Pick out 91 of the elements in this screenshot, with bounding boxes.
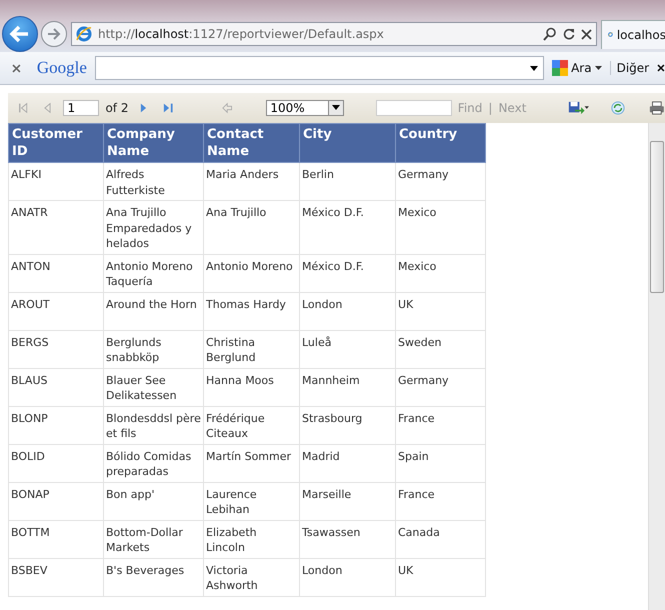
column-header: Contact Name — [204, 124, 300, 162]
table-cell: Spain — [396, 444, 486, 482]
first-page-icon[interactable] — [18, 102, 28, 114]
table-cell: Mexico — [396, 200, 486, 254]
refresh-icon[interactable] — [563, 28, 575, 40]
table-cell: B's Beverages — [104, 558, 204, 596]
table-cell: UK — [396, 292, 486, 330]
table-cell: ALFKI — [8, 162, 104, 200]
table-cell: Strasbourg — [300, 406, 396, 444]
table-cell: Canada — [396, 520, 486, 558]
table-cell: London — [300, 292, 396, 330]
table-cell: Blauer See Delikatessen — [104, 368, 204, 406]
table-cell: Madrid — [300, 444, 396, 482]
table-cell: London — [300, 558, 396, 596]
table-cell: México D.F. — [300, 254, 396, 292]
table-cell: Blondesddsl père et fils — [104, 406, 204, 444]
separator: | — [488, 101, 492, 115]
browser-tab[interactable]: localhos — [601, 20, 665, 48]
address-bar[interactable]: http://localhost:1127/reportviewer/Default.aspx — [71, 22, 597, 46]
close-icon[interactable] — [581, 28, 592, 40]
last-page-icon[interactable] — [163, 102, 174, 114]
table-cell: Martín Sommer — [204, 444, 300, 482]
table-cell: BERGS — [8, 330, 104, 368]
table-cell: Antonio Moreno Taquería — [104, 254, 204, 292]
back-arrow-icon[interactable] — [222, 102, 232, 114]
table-cell: BLONP — [8, 406, 104, 444]
table-cell: Thomas Hardy — [204, 292, 300, 330]
caret-icon — [594, 66, 602, 70]
scrollbar[interactable] — [648, 123, 665, 610]
table-cell: BONAP — [8, 482, 104, 520]
scrollbar-thumb[interactable] — [650, 141, 664, 293]
ie-logo-icon — [76, 26, 92, 42]
export-icon[interactable] — [568, 100, 590, 116]
table-cell: Berglunds snabbköp — [104, 330, 204, 368]
table-cell: Around the Horn — [104, 292, 204, 330]
column-header: Customer ID — [8, 124, 104, 162]
zoom-dropdown[interactable]: 100% — [266, 100, 344, 116]
table-cell: México D.F. — [300, 200, 396, 254]
table-cell: France — [396, 406, 486, 444]
column-header: Country — [396, 124, 486, 162]
table-cell: BLAUS — [8, 368, 104, 406]
table-cell: BSBEV — [8, 558, 104, 596]
table-cell: Elizabeth Lincoln — [204, 520, 300, 558]
google-logo: Google — [36, 58, 87, 78]
back-arrow-icon — [9, 25, 31, 43]
page-count: of 2 — [105, 101, 128, 115]
table-cell: Bon app' — [104, 482, 204, 520]
table-cell: AROUT — [8, 292, 104, 330]
table-cell: UK — [396, 558, 486, 596]
table-cell: Sweden — [396, 330, 486, 368]
column-header: Company Name — [104, 124, 204, 162]
print-icon[interactable] — [649, 100, 665, 116]
table-cell: Victoria Ashworth — [204, 558, 300, 596]
find-field[interactable] — [376, 100, 452, 116]
table-cell: Marseille — [300, 482, 396, 520]
table-cell: France — [396, 482, 486, 520]
table-cell: Alfreds Futterkiste — [104, 162, 204, 200]
google-logo-icon — [552, 60, 568, 76]
table-cell: BOLID — [8, 444, 104, 482]
table-cell: ANATR — [8, 200, 104, 254]
table-cell: BOTTM — [8, 520, 104, 558]
table-cell: Ana Trujillo Emparedados y helados — [104, 200, 204, 254]
table-cell: Laurence Lebihan — [204, 482, 300, 520]
table-cell: Mexico — [396, 254, 486, 292]
more-button[interactable]: Diğer — [610, 61, 650, 75]
table-cell: Berlin — [300, 162, 396, 200]
search-button[interactable]: Ara — [552, 60, 602, 76]
table-cell: ANTON — [8, 254, 104, 292]
table-cell: Mannheim — [300, 368, 396, 406]
next-page-icon[interactable] — [140, 102, 148, 114]
page-number-field[interactable]: 1 — [63, 100, 100, 116]
forward-arrow-icon — [47, 28, 61, 40]
table-cell: Tsawassen — [300, 520, 396, 558]
table-cell: Germany — [396, 162, 486, 200]
forward-button[interactable] — [41, 21, 67, 47]
table-cell: Hanna Moos — [204, 368, 300, 406]
column-header: City — [300, 124, 396, 162]
table-cell: Ana Trujillo — [204, 200, 300, 254]
back-button[interactable] — [2, 16, 38, 52]
search-icon[interactable] — [543, 27, 557, 41]
table-cell: Luleå — [300, 330, 396, 368]
close-icon[interactable] — [657, 64, 665, 72]
search-field[interactable] — [94, 56, 544, 80]
previous-page-icon[interactable] — [44, 102, 52, 114]
table-cell: Bólido Comidas preparadas — [104, 444, 204, 482]
table-cell: Antonio Moreno — [204, 254, 300, 292]
table-cell: Germany — [396, 368, 486, 406]
table-cell: Bottom-Dollar Markets — [104, 520, 204, 558]
table-cell: Christina Berglund — [204, 330, 300, 368]
table-cell: Maria Anders — [204, 162, 300, 200]
table-cell: Frédérique Citeaux — [204, 406, 300, 444]
